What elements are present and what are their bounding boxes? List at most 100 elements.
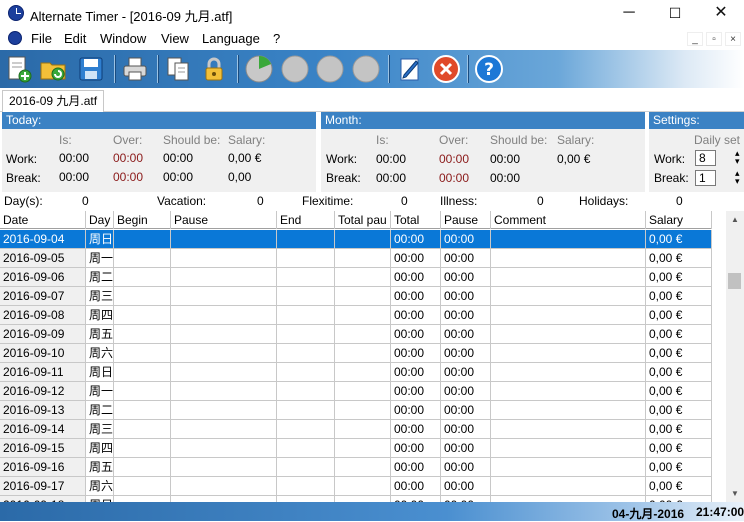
cell-salary[interactable]: 0,00 € (646, 268, 712, 287)
cell-salary[interactable]: 0,00 € (646, 306, 712, 325)
cell-pause[interactable]: 00:00 (441, 458, 491, 477)
cell-pause-start[interactable] (171, 249, 277, 268)
cell-pause-start[interactable] (171, 439, 277, 458)
timer-progress-icon[interactable] (244, 54, 274, 84)
cell-total-pause[interactable] (335, 325, 391, 344)
cell-comment[interactable] (491, 306, 646, 325)
cell-comment[interactable] (491, 230, 646, 249)
cell-day[interactable]: 周六 (86, 344, 114, 363)
cell-end[interactable] (277, 306, 335, 325)
cell-end[interactable] (277, 268, 335, 287)
table-row[interactable]: 2016-09-12 周一 00:00 00:00 0,00 € (0, 382, 712, 401)
col-end[interactable]: End (277, 211, 335, 229)
cell-pause[interactable]: 00:00 (441, 439, 491, 458)
cell-pause[interactable]: 00:00 (441, 477, 491, 496)
cell-total[interactable]: 00:00 (391, 325, 441, 344)
col-begin[interactable]: Begin (114, 211, 171, 229)
cell-comment[interactable] (491, 458, 646, 477)
cell-day[interactable]: 周五 (86, 458, 114, 477)
vertical-scrollbar[interactable]: ▲ ▼ (726, 211, 744, 502)
cell-date[interactable]: 2016-09-17 (0, 477, 86, 496)
menu-help[interactable]: ? (273, 31, 280, 46)
col-pause[interactable]: Pause (171, 211, 277, 229)
cell-total-pause[interactable] (335, 230, 391, 249)
cell-total[interactable]: 00:00 (391, 363, 441, 382)
cell-end[interactable] (277, 363, 335, 382)
cell-total[interactable]: 00:00 (391, 268, 441, 287)
cell-comment[interactable] (491, 477, 646, 496)
cell-pause-start[interactable] (171, 458, 277, 477)
cell-date[interactable]: 2016-09-10 (0, 344, 86, 363)
cell-date[interactable]: 2016-09-14 (0, 420, 86, 439)
minimize-button[interactable]: ─ (606, 0, 652, 28)
cell-total[interactable]: 00:00 (391, 249, 441, 268)
mdi-close-button[interactable]: × (725, 32, 741, 46)
copy-icon[interactable] (163, 54, 193, 84)
cell-total-pause[interactable] (335, 458, 391, 477)
cell-begin[interactable] (114, 477, 171, 496)
cell-begin[interactable] (114, 458, 171, 477)
cell-pause-start[interactable] (171, 382, 277, 401)
mdi-restore-button[interactable]: ▫ (706, 32, 722, 46)
cell-total[interactable]: 00:00 (391, 306, 441, 325)
break-hours-input[interactable]: 1 (695, 170, 716, 186)
cell-total-pause[interactable] (335, 287, 391, 306)
cell-day[interactable]: 周三 (86, 287, 114, 306)
menu-view[interactable]: View (161, 31, 189, 46)
cell-total-pause[interactable] (335, 477, 391, 496)
cell-pause[interactable]: 00:00 (441, 268, 491, 287)
cell-date[interactable]: 2016-09-08 (0, 306, 86, 325)
cell-salary[interactable]: 0,00 € (646, 249, 712, 268)
document-clock-icon[interactable] (8, 31, 22, 45)
cell-comment[interactable] (491, 344, 646, 363)
cell-comment[interactable] (491, 325, 646, 344)
timer-slot-3-icon[interactable] (315, 54, 345, 84)
cell-total[interactable]: 00:00 (391, 230, 441, 249)
cell-begin[interactable] (114, 287, 171, 306)
cell-date[interactable]: 2016-09-15 (0, 439, 86, 458)
cell-salary[interactable]: 0,00 € (646, 325, 712, 344)
timer-slot-4-icon[interactable] (351, 54, 381, 84)
work-hours-input[interactable]: 8 (695, 150, 716, 166)
cell-salary[interactable]: 0,00 € (646, 363, 712, 382)
cell-total[interactable]: 00:00 (391, 458, 441, 477)
table-row[interactable]: 2016-09-14 周三 00:00 00:00 0,00 € (0, 420, 712, 439)
cell-end[interactable] (277, 439, 335, 458)
cell-day[interactable]: 周四 (86, 439, 114, 458)
cell-salary[interactable]: 0,00 € (646, 344, 712, 363)
cell-total[interactable]: 00:00 (391, 382, 441, 401)
cell-date[interactable]: 2016-09-09 (0, 325, 86, 344)
cell-day[interactable]: 周五 (86, 325, 114, 344)
cell-total[interactable]: 00:00 (391, 401, 441, 420)
col-total[interactable]: Total (391, 211, 441, 229)
cell-comment[interactable] (491, 268, 646, 287)
cell-day[interactable]: 周一 (86, 249, 114, 268)
table-row[interactable]: 2016-09-08 周四 00:00 00:00 0,00 € (0, 306, 712, 325)
cell-pause-start[interactable] (171, 477, 277, 496)
table-row[interactable]: 2016-09-10 周六 00:00 00:00 0,00 € (0, 344, 712, 363)
break-hours-stepper[interactable]: ▴ ▾ (735, 169, 740, 186)
tab-document[interactable]: 2016-09 九月.atf (2, 90, 105, 113)
cell-date[interactable]: 2016-09-06 (0, 268, 86, 287)
table-row[interactable]: 2016-09-05 周一 00:00 00:00 0,00 € (0, 249, 712, 268)
cell-total[interactable]: 00:00 (391, 344, 441, 363)
table-row[interactable]: 2016-09-17 周六 00:00 00:00 0,00 € (0, 477, 712, 496)
cell-day[interactable]: 周二 (86, 268, 114, 287)
cell-begin[interactable] (114, 344, 171, 363)
cell-pause-start[interactable] (171, 363, 277, 382)
cell-comment[interactable] (491, 249, 646, 268)
cell-total[interactable]: 00:00 (391, 420, 441, 439)
table-row[interactable]: 2016-09-06 周二 00:00 00:00 0,00 € (0, 268, 712, 287)
cell-comment[interactable] (491, 439, 646, 458)
col-date[interactable]: Date (0, 211, 86, 229)
cell-total-pause[interactable] (335, 306, 391, 325)
cell-pause-start[interactable] (171, 306, 277, 325)
cell-end[interactable] (277, 287, 335, 306)
cell-pause[interactable]: 00:00 (441, 401, 491, 420)
table-row[interactable]: 2016-09-11 周日 00:00 00:00 0,00 € (0, 363, 712, 382)
cell-comment[interactable] (491, 363, 646, 382)
cell-pause-start[interactable] (171, 287, 277, 306)
cell-total[interactable]: 00:00 (391, 439, 441, 458)
menu-language[interactable]: Language (202, 31, 260, 46)
cell-pause[interactable]: 00:00 (441, 420, 491, 439)
